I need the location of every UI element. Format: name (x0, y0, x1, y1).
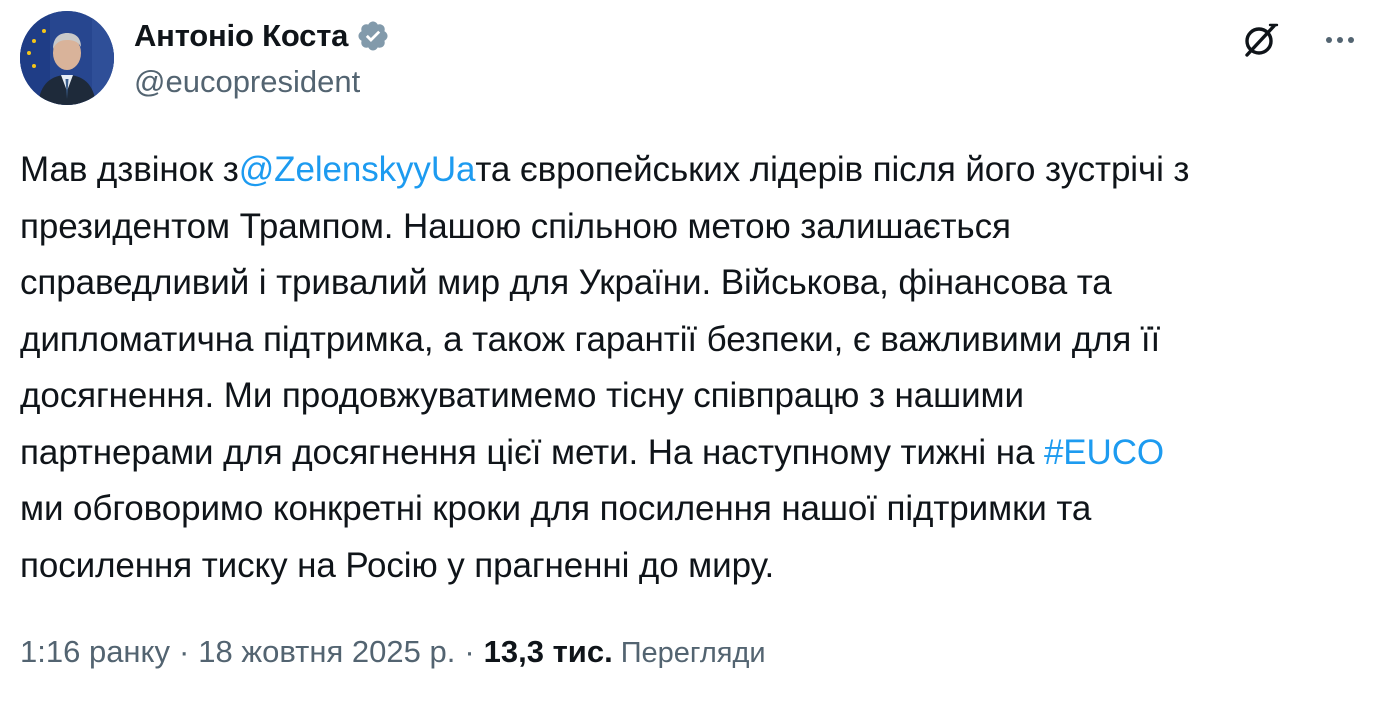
header-actions (1240, 20, 1360, 60)
grok-icon[interactable] (1240, 20, 1280, 60)
meta-separator: · (178, 634, 190, 669)
tweet-text-line: дипломатична підтримка, а також гарантії… (20, 312, 1380, 369)
tweet-text-segment: президентом Трампом. Нашою спільною мето… (20, 206, 1011, 246)
tweet-text-segment: справедливий і тривалий мир для України.… (20, 263, 1112, 302)
tweet-text-line: справедливий і тривалий мир для України.… (20, 255, 1380, 312)
handle[interactable]: @eucopresident (134, 64, 390, 100)
avatar[interactable] (20, 11, 114, 105)
tweet-date[interactable]: 18 жовтня 2025 р. (198, 634, 455, 670)
tweet-text-segment: партнерами для досягнення цієї мети. На … (20, 432, 1044, 472)
views-count: 13,3 тис. (483, 634, 613, 669)
name-row: Антоніо Коста (134, 14, 390, 58)
hashtag-link[interactable]: #EUCO (1044, 433, 1164, 472)
tweet-text: Мав дзвінок з@ZelenskyyUaта європейських… (20, 142, 1380, 594)
tweet-text-line: досягнення. Ми продовжуватимемо тісну сп… (20, 368, 1380, 425)
avatar-image (20, 11, 114, 105)
mention-link[interactable]: @ZelenskyyUa (239, 150, 476, 189)
tweet-text-segment: дипломатична підтримка, а також гарантії… (20, 319, 1161, 359)
author-block: Антоніо Коста @eucopresident (134, 14, 390, 100)
views-label: Перегляди (620, 637, 766, 669)
display-name[interactable]: Антоніо Коста (134, 18, 348, 54)
tweet-text-segment: Мав дзвінок з (20, 150, 239, 189)
more-icon[interactable] (1320, 20, 1360, 60)
tweet-text-segment: посилення тиску на Росію у прагненні до … (20, 545, 775, 585)
tweet-meta: 1:16 ранку · 18 жовтня 2025 р. · 13,3 ти… (20, 634, 766, 670)
tweet-text-line: партнерами для досягнення цієї мети. На … (20, 425, 1380, 482)
meta-separator: · (464, 634, 475, 669)
tweet-time[interactable]: 1:16 ранку (20, 634, 170, 670)
tweet: Антоніо Коста @eucopresident Мав дзвінок… (0, 0, 1400, 709)
tweet-text-segment: ми обговоримо конкретні кроки для посиле… (20, 489, 1092, 528)
tweet-text-line: Мав дзвінок з@ZelenskyyUaта європейських… (20, 142, 1380, 199)
tweet-text-line: посилення тиску на Росію у прагненні до … (20, 538, 1380, 595)
verified-badge-icon[interactable] (356, 19, 390, 53)
tweet-text-line: президентом Трампом. Нашою спільною мето… (20, 199, 1380, 256)
tweet-text-line: ми обговоримо конкретні кроки для посиле… (20, 481, 1380, 538)
tweet-text-segment: досягнення. Ми продовжуватимемо тісну сп… (20, 376, 1024, 415)
tweet-text-segment: та європейських лідерів після його зустр… (475, 150, 1190, 189)
